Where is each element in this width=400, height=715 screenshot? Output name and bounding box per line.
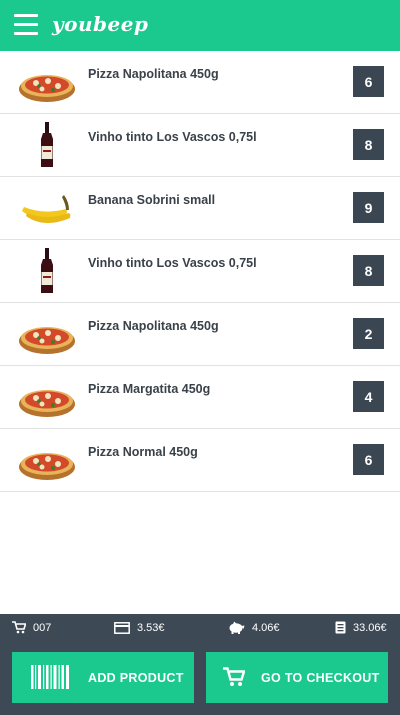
product-name: Vinho tinto Los Vascos 0,75l xyxy=(88,256,257,270)
wine-bottle-icon xyxy=(18,248,76,294)
product-name: Pizza Margatita 450g xyxy=(88,382,211,396)
receipt-total: 33.06€ xyxy=(353,621,387,634)
list-item[interactable]: Pizza Napolitana 450g 6 xyxy=(0,51,400,114)
list-item[interactable]: Vinho tinto Los Vascos 0,75l 8 xyxy=(0,114,400,177)
product-name: Pizza Napolitana 450g xyxy=(88,67,219,81)
shopping-cart-icon xyxy=(223,667,245,686)
cart-icon xyxy=(12,621,26,634)
quantity-badge[interactable]: 8 xyxy=(353,255,384,286)
receipt-icon xyxy=(335,621,346,634)
quantity-badge[interactable]: 9 xyxy=(353,192,384,223)
wine-bottle-icon xyxy=(18,122,76,168)
quantity-badge[interactable]: 6 xyxy=(353,66,384,97)
quantity-badge[interactable]: 8 xyxy=(353,129,384,160)
pizza-icon xyxy=(18,59,76,105)
quantity-badge[interactable]: 2 xyxy=(353,318,384,349)
credit-card-icon xyxy=(114,621,130,634)
card-total: 3.53€ xyxy=(137,621,165,634)
add-product-label: ADD PRODUCT xyxy=(88,670,184,685)
barcode-icon xyxy=(31,665,69,689)
list-item[interactable]: Pizza Normal 450g 6 xyxy=(0,429,400,492)
cart-summary-bar: 007 3.53€ 4.06€ 33.06€ xyxy=(0,614,400,641)
hamburger-menu-icon[interactable] xyxy=(14,14,38,36)
product-name: Pizza Normal 450g xyxy=(88,445,198,459)
pizza-icon xyxy=(18,311,76,357)
product-name: Banana Sobrini small xyxy=(88,193,216,207)
items-count: 007 xyxy=(33,621,52,634)
banana-icon xyxy=(18,185,76,231)
quantity-badge[interactable]: 4 xyxy=(353,381,384,412)
product-name: Vinho tinto Los Vascos 0,75l xyxy=(88,130,257,144)
piggy-bank-icon xyxy=(229,621,245,634)
quantity-badge[interactable]: 6 xyxy=(353,444,384,475)
add-product-button[interactable]: ADD PRODUCT xyxy=(12,652,194,703)
list-item[interactable]: Vinho tinto Los Vascos 0,75l 8 xyxy=(0,240,400,303)
checkout-label: GO TO CHECKOUT xyxy=(261,670,380,685)
savings-total: 4.06€ xyxy=(252,621,280,634)
list-item[interactable]: Banana Sobrini small 9 xyxy=(0,177,400,240)
product-name: Pizza Napolitana 450g xyxy=(88,319,219,333)
receipt-total-stat: 33.06€ xyxy=(335,614,387,641)
card-total-stat: 3.53€ xyxy=(114,614,165,641)
go-to-checkout-button[interactable]: GO TO CHECKOUT xyxy=(206,652,388,703)
bottom-action-bar: ADD PRODUCT GO TO CHECKOUT xyxy=(0,641,400,715)
items-count-stat: 007 xyxy=(12,614,51,641)
pizza-icon xyxy=(18,374,76,420)
list-item[interactable]: Pizza Margatita 450g 4 xyxy=(0,366,400,429)
cart-list: Pizza Napolitana 450g 6 Vinho tinto Los … xyxy=(0,51,400,492)
savings-stat: 4.06€ xyxy=(228,614,280,641)
list-item[interactable]: Pizza Napolitana 450g 2 xyxy=(0,303,400,366)
app-logo: youbeep xyxy=(52,12,149,36)
app-bar: youbeep xyxy=(0,0,400,51)
pizza-icon xyxy=(18,437,76,483)
